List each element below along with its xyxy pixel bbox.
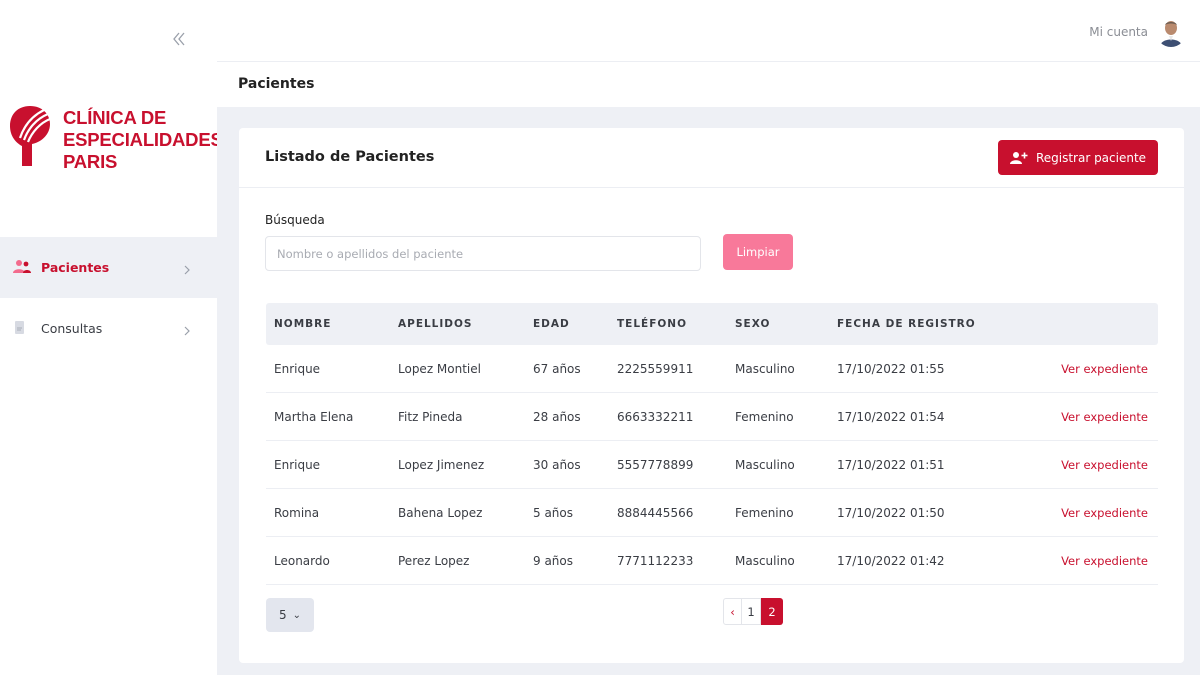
- chevron-down-icon: ⌄: [292, 609, 302, 621]
- cell-telefono: 7771112233: [617, 554, 694, 568]
- sidebar-item-consultas[interactable]: Consultas: [0, 298, 217, 359]
- column-header-apellidos[interactable]: APELLIDOS: [398, 318, 473, 330]
- logo-line-3: PARIS: [63, 151, 118, 172]
- table-header: NOMBRE APELLIDOS EDAD TELÉFONO SEXO FECH…: [266, 303, 1158, 345]
- cell-edad: 67 años: [533, 362, 581, 376]
- page-button-2[interactable]: 2: [761, 598, 783, 625]
- page-size-select[interactable]: 5 ⌄: [266, 598, 314, 632]
- cell-sexo: Masculino: [735, 458, 795, 472]
- page-title: Pacientes: [238, 76, 315, 92]
- cell-nombre: Enrique: [274, 458, 321, 472]
- cell-fecha-registro: 17/10/2022 01:54: [837, 410, 945, 424]
- logo-line-2: ESPECIALIDADES: [63, 129, 223, 150]
- sidebar-item-label: Consultas: [41, 321, 103, 336]
- sidebar: CLÍNICA DE ESPECIALIDADES PARIS Paciente…: [0, 0, 223, 675]
- users-icon: [12, 259, 31, 275]
- view-record-link[interactable]: Ver expediente: [1061, 458, 1148, 472]
- cell-apellidos: Perez Lopez: [398, 554, 470, 568]
- topbar: Mi cuenta: [217, 0, 1200, 62]
- sidebar-item-pacientes[interactable]: Pacientes: [0, 237, 217, 298]
- cell-sexo: Femenino: [735, 506, 794, 520]
- clear-button[interactable]: Limpiar: [723, 234, 793, 270]
- patients-table: NOMBRE APELLIDOS EDAD TELÉFONO SEXO FECH…: [266, 303, 1158, 585]
- sidebar-item-label: Pacientes: [41, 260, 110, 275]
- column-header-sexo[interactable]: SEXO: [735, 318, 770, 330]
- chevron-right-icon: [182, 261, 192, 275]
- table-row: Romina Bahena Lopez 5 años 8884445566 Fe…: [266, 489, 1158, 537]
- account-label: Mi cuenta: [1089, 25, 1148, 39]
- logo-text: CLÍNICA DE ESPECIALIDADES PARIS: [63, 107, 223, 173]
- column-header-telefono[interactable]: TELÉFONO: [617, 318, 687, 330]
- cell-fecha-registro: 17/10/2022 01:55: [837, 362, 945, 376]
- cell-edad: 9 años: [533, 554, 574, 568]
- prev-page-button[interactable]: ‹: [723, 598, 742, 625]
- chevron-right-icon: [182, 322, 192, 336]
- cell-apellidos: Bahena Lopez: [398, 506, 483, 520]
- cell-apellidos: Fitz Pineda: [398, 410, 463, 424]
- cell-nombre: Martha Elena: [274, 410, 354, 424]
- add-user-icon: [1009, 151, 1028, 164]
- patients-card: Listado de Pacientes Registrar paciente …: [239, 128, 1184, 663]
- cell-sexo: Masculino: [735, 362, 795, 376]
- cell-fecha-registro: 17/10/2022 01:42: [837, 554, 945, 568]
- search-input[interactable]: [265, 236, 701, 271]
- card-title: Listado de Pacientes: [265, 149, 435, 165]
- logo-line-1: CLÍNICA DE: [63, 107, 167, 128]
- cell-fecha-registro: 17/10/2022 01:50: [837, 506, 945, 520]
- view-record-link[interactable]: Ver expediente: [1061, 506, 1148, 520]
- cell-apellidos: Lopez Montiel: [398, 362, 481, 376]
- cell-edad: 28 años: [533, 410, 581, 424]
- table-row: Enrique Lopez Jimenez 30 años 5557778899…: [266, 441, 1158, 489]
- table-row: Martha Elena Fitz Pineda 28 años 6663332…: [266, 393, 1158, 441]
- cell-nombre: Romina: [274, 506, 320, 520]
- cell-apellidos: Lopez Jimenez: [398, 458, 485, 472]
- cell-telefono: 2225559911: [617, 362, 694, 376]
- cell-sexo: Masculino: [735, 554, 795, 568]
- cell-telefono: 6663332211: [617, 410, 694, 424]
- page-header: Pacientes: [217, 62, 1200, 107]
- avatar[interactable]: [1156, 17, 1186, 47]
- view-record-link[interactable]: Ver expediente: [1061, 554, 1148, 568]
- page-button-1[interactable]: 1: [742, 598, 761, 625]
- view-record-link[interactable]: Ver expediente: [1061, 410, 1148, 424]
- register-patient-button[interactable]: Registrar paciente: [998, 140, 1158, 175]
- pagination: ‹ 1 2: [723, 598, 783, 625]
- table-row: Leonardo Perez Lopez 9 años 7771112233 M…: [266, 537, 1158, 585]
- cell-nombre: Leonardo: [274, 554, 330, 568]
- account-menu[interactable]: Mi cuenta: [1089, 17, 1186, 47]
- column-header-nombre[interactable]: NOMBRE: [274, 318, 331, 330]
- cell-telefono: 8884445566: [617, 506, 694, 520]
- document-icon: [12, 320, 30, 336]
- card-header: Listado de Pacientes Registrar paciente: [239, 128, 1184, 188]
- collapse-sidebar-icon[interactable]: [170, 30, 188, 48]
- view-record-link[interactable]: Ver expediente: [1061, 362, 1148, 376]
- search-label: Búsqueda: [265, 213, 325, 227]
- clinic-logo[interactable]: CLÍNICA DE ESPECIALIDADES PARIS: [8, 104, 223, 174]
- page-size-value: 5: [278, 608, 287, 622]
- cell-nombre: Enrique: [274, 362, 321, 376]
- column-header-edad[interactable]: EDAD: [533, 318, 570, 330]
- main-content: Listado de Pacientes Registrar paciente …: [217, 107, 1200, 675]
- cell-sexo: Femenino: [735, 410, 794, 424]
- table-row: Enrique Lopez Montiel 67 años 2225559911…: [266, 345, 1158, 393]
- cell-edad: 5 años: [533, 506, 574, 520]
- column-header-fecha-registro[interactable]: FECHA DE REGISTRO: [837, 318, 976, 330]
- logo-mark-icon: [10, 106, 51, 166]
- cell-telefono: 5557778899: [617, 458, 694, 472]
- register-patient-label: Registrar paciente: [1035, 150, 1147, 165]
- cell-edad: 30 años: [533, 458, 581, 472]
- cell-fecha-registro: 17/10/2022 01:51: [837, 458, 945, 472]
